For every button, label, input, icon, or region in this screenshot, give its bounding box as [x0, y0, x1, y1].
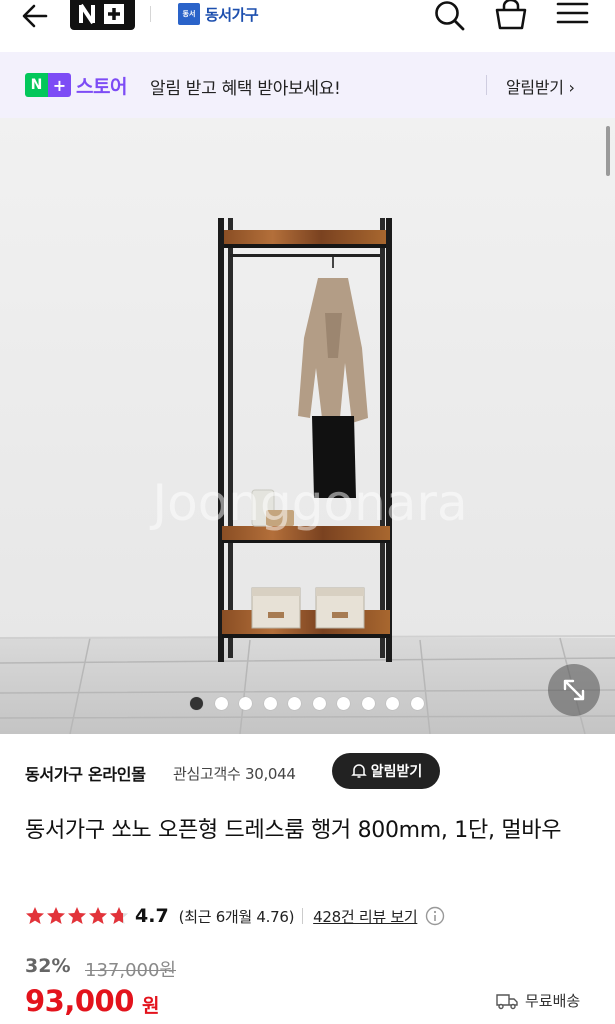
back-button[interactable] — [18, 2, 52, 32]
pagination-dot[interactable] — [410, 697, 424, 710]
pagination-dot[interactable] — [386, 697, 399, 710]
original-price: 137,000원 — [85, 960, 176, 981]
cart-icon[interactable] — [494, 0, 528, 32]
reviews-link[interactable]: 428건 리뷰 보기 — [313, 906, 417, 927]
product-title: 동서가구 쏘노 오픈형 드레스룸 행거 800mm, 1단, 멀바우 — [25, 818, 562, 843]
product-image: Joonggonara — [0, 118, 615, 734]
header-divider — [150, 6, 151, 22]
pagination-dot[interactable] — [312, 697, 326, 710]
recent-rating: (최근 6개월 4.76) — [178, 907, 295, 926]
pagination-dot[interactable] — [214, 697, 228, 710]
pagination-dot[interactable] — [263, 697, 277, 710]
brand-logo-icon: 동서 — [178, 3, 200, 25]
product-image-gallery[interactable]: Joonggonara — [0, 118, 615, 734]
truck-icon — [496, 993, 518, 1009]
rating-row: 4.7 (최근 6개월 4.76) 428건 리뷰 보기 — [25, 903, 445, 929]
seller-fans-count: 관심고객수 30,044 — [173, 765, 296, 783]
price-currency: 원 — [142, 995, 160, 1017]
banner-message: 알림 받고 혜택 받아보세요! — [150, 79, 341, 99]
star-icons — [26, 907, 128, 924]
store-label: 스토어 — [76, 76, 127, 98]
pagination-dot[interactable] — [361, 697, 375, 710]
gallery-pagination — [190, 697, 435, 710]
seller-alarm-label: 알림받기 — [370, 764, 423, 780]
naver-plus-logo[interactable] — [70, 0, 135, 30]
brand-link[interactable]: 동서 동서가구 — [178, 2, 259, 26]
expand-image-button[interactable] — [548, 664, 600, 716]
seller-name[interactable]: 동서가구 온라인몰 — [25, 761, 146, 785]
pagination-dot[interactable] — [337, 697, 350, 710]
pagination-dot[interactable] — [239, 697, 252, 710]
shipping-info: 무료배송 — [496, 990, 580, 1011]
banner-alarm-button[interactable]: 알림받기 › — [506, 74, 575, 98]
rating-score: 4.7 — [135, 905, 169, 927]
back-arrow-icon — [22, 4, 48, 28]
badge-n: N — [25, 73, 48, 97]
badge-plus: + — [48, 73, 71, 97]
expand-icon — [563, 679, 585, 701]
top-bar: 동서 동서가구 — [0, 0, 615, 50]
info-icon[interactable] — [425, 906, 445, 926]
star-rating — [25, 906, 129, 926]
store-alarm-banner[interactable]: N + 스토어 알림 받고 혜택 받아보세요! 알림받기 › — [0, 52, 615, 118]
banner-divider — [486, 75, 487, 95]
brand-name: 동서가구 — [205, 5, 259, 24]
seller-alarm-button[interactable]: 알림받기 — [332, 753, 440, 789]
discount-rate: 32% — [25, 955, 71, 977]
sale-price: 93,000 — [25, 984, 134, 1018]
rating-divider — [302, 908, 304, 924]
naver-plus-icon — [79, 3, 124, 25]
page-scrollbar[interactable] — [606, 126, 610, 176]
search-icon[interactable] — [432, 0, 468, 32]
watermark: Joonggonara — [149, 474, 467, 532]
pagination-dot[interactable] — [190, 697, 203, 710]
naver-plus-badge: N + — [25, 73, 71, 97]
bell-plus-icon — [350, 764, 367, 778]
menu-icon[interactable] — [556, 0, 590, 30]
pagination-dot[interactable] — [288, 697, 301, 710]
shipping-label: 무료배송 — [525, 992, 581, 1010]
